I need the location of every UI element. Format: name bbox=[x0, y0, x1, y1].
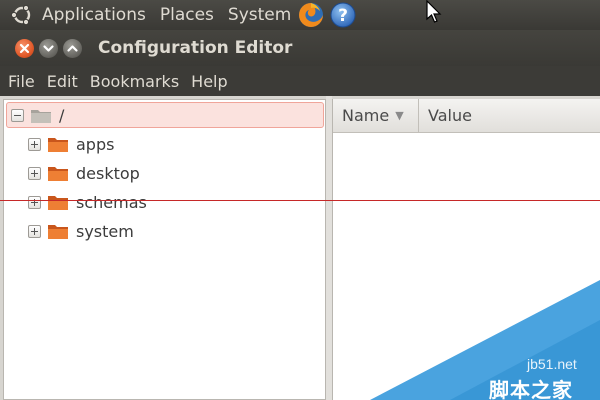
mouse-pointer-icon bbox=[426, 0, 442, 24]
maximize-button[interactable] bbox=[63, 38, 82, 58]
tree-row-apps[interactable]: apps bbox=[28, 130, 114, 158]
folder-icon bbox=[31, 109, 51, 123]
close-icon bbox=[19, 43, 30, 53]
expand-icon[interactable] bbox=[28, 195, 41, 209]
close-button[interactable] bbox=[15, 38, 34, 58]
chevron-up-icon bbox=[67, 44, 78, 52]
svg-text:?: ? bbox=[338, 6, 348, 26]
tree-label-desktop: desktop bbox=[76, 163, 140, 183]
applications-menu[interactable]: Applications bbox=[42, 5, 146, 25]
values-header: Name ▼ Value bbox=[333, 98, 600, 133]
menu-file[interactable]: File bbox=[4, 72, 39, 91]
top-panel: Applications Places System ? bbox=[0, 0, 600, 30]
window-title: Configuration Editor bbox=[98, 38, 293, 58]
column-label-name: Name bbox=[342, 106, 390, 125]
firefox-icon[interactable] bbox=[297, 1, 325, 29]
collapse-icon[interactable] bbox=[11, 108, 24, 122]
help-icon[interactable]: ? bbox=[329, 1, 357, 29]
folder-icon bbox=[48, 224, 68, 239]
expand-icon[interactable] bbox=[28, 137, 41, 151]
chevron-down-icon bbox=[43, 44, 54, 52]
expand-icon[interactable] bbox=[28, 166, 41, 180]
menu-bookmarks[interactable]: Bookmarks bbox=[86, 72, 183, 91]
watermark-site-text: jb51.net bbox=[527, 356, 577, 372]
key-tree[interactable]: / apps desktop schemas system bbox=[3, 99, 326, 400]
tree-row-system[interactable]: system bbox=[28, 217, 134, 245]
ubuntu-logo-icon[interactable] bbox=[10, 3, 34, 27]
column-header-value[interactable]: Value bbox=[419, 106, 472, 125]
sort-descending-icon: ▼ bbox=[395, 109, 404, 122]
tree-row-schemas[interactable]: schemas bbox=[28, 188, 147, 216]
tree-label-root: / bbox=[59, 105, 65, 125]
minimize-button[interactable] bbox=[39, 38, 58, 58]
red-guide-line bbox=[0, 200, 600, 201]
tree-label-apps: apps bbox=[76, 134, 115, 154]
menu-edit[interactable]: Edit bbox=[43, 72, 82, 91]
tree-row-desktop[interactable]: desktop bbox=[28, 159, 140, 187]
menu-help[interactable]: Help bbox=[187, 72, 231, 91]
system-menu[interactable]: System bbox=[228, 5, 291, 25]
expand-icon[interactable] bbox=[28, 224, 41, 238]
watermark-brand-text: 脚本之家 bbox=[489, 378, 573, 400]
tree-label-schemas: schemas bbox=[76, 192, 147, 212]
menu-bar: File Edit Bookmarks Help bbox=[0, 66, 600, 96]
folder-icon bbox=[48, 195, 68, 210]
column-header-name[interactable]: Name ▼ bbox=[333, 98, 419, 133]
tree-label-system: system bbox=[76, 221, 134, 241]
folder-icon bbox=[48, 137, 68, 152]
column-label-value: Value bbox=[428, 106, 472, 125]
folder-icon bbox=[48, 166, 68, 181]
window-titlebar[interactable]: Configuration Editor bbox=[0, 30, 600, 66]
places-menu[interactable]: Places bbox=[160, 5, 214, 25]
tree-row-root[interactable]: / bbox=[6, 102, 324, 128]
